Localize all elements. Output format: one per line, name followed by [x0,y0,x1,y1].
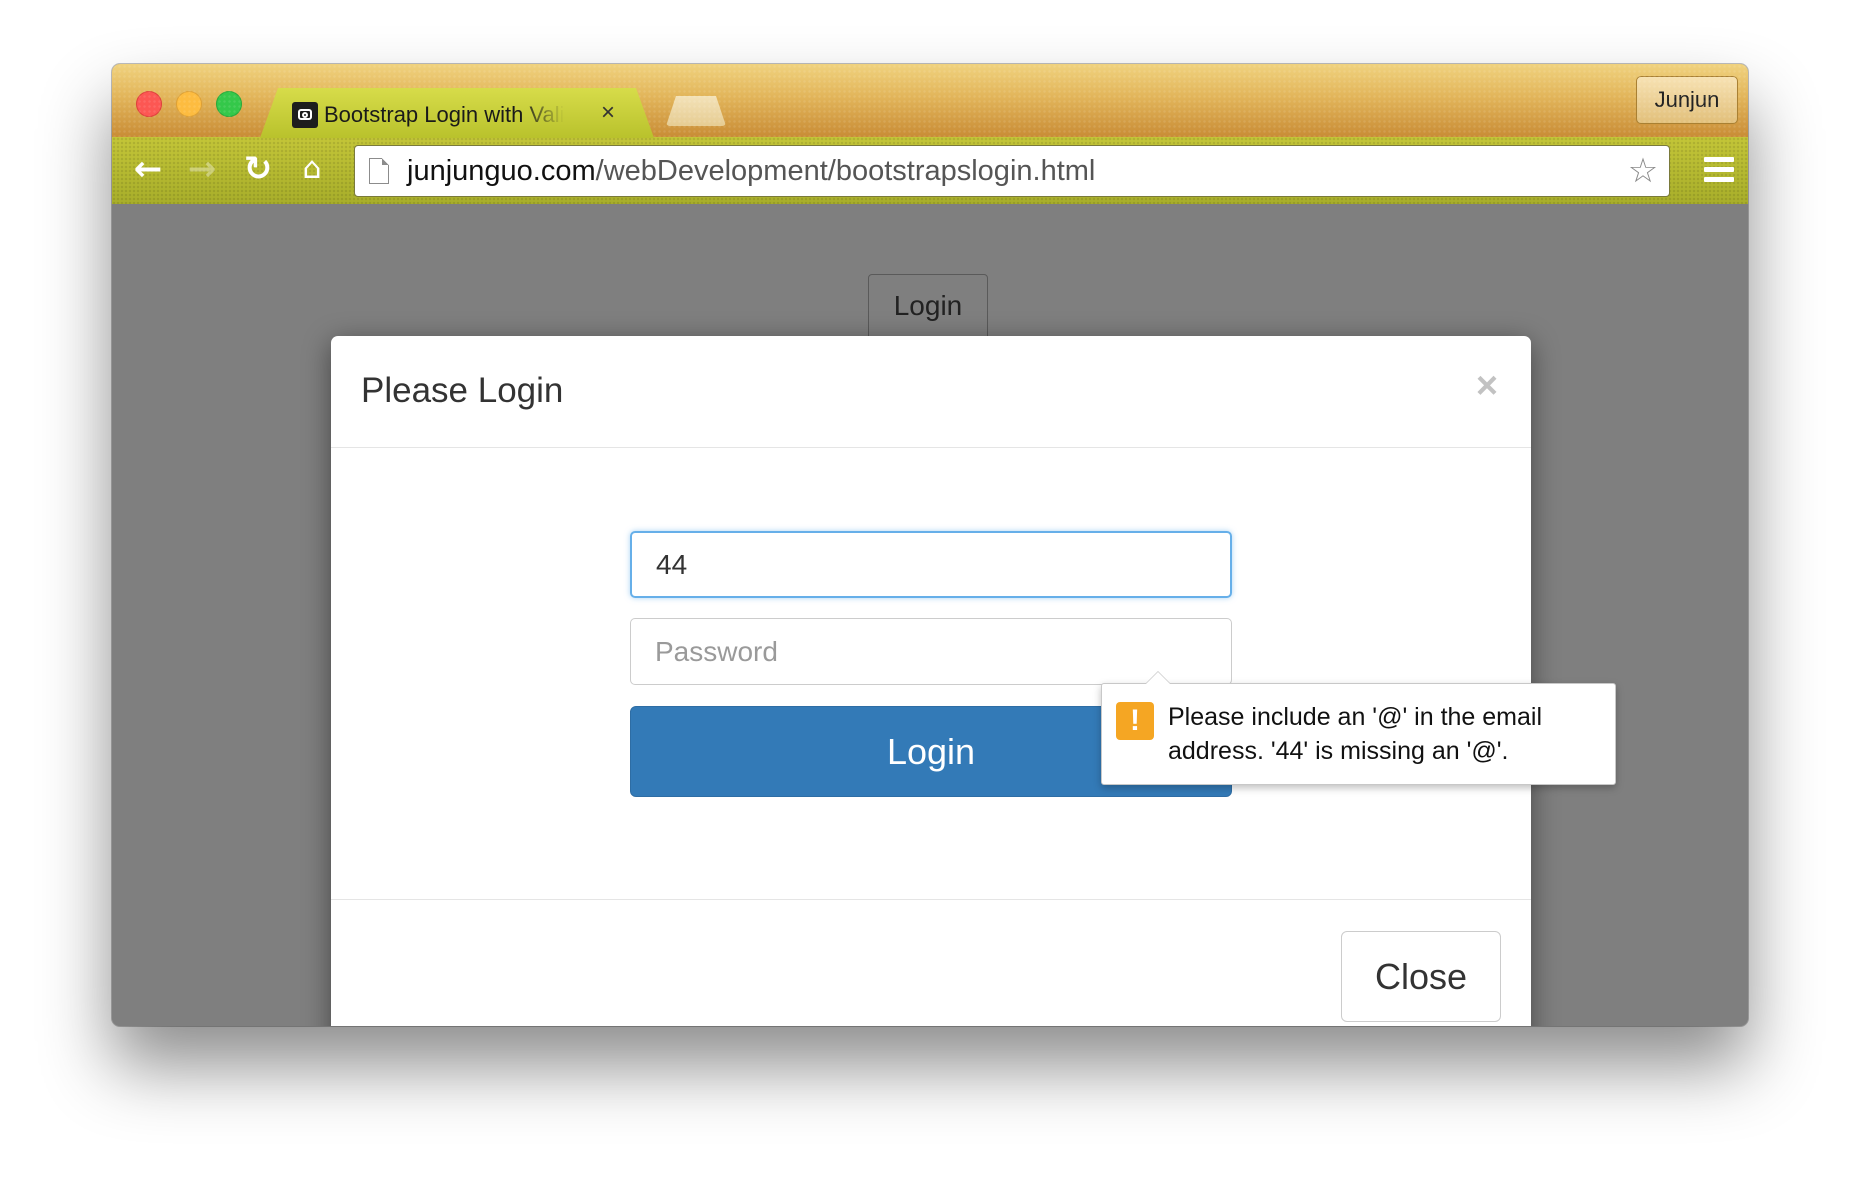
menu-bar-line [1704,157,1734,162]
home-icon[interactable]: ⌂ [292,149,332,189]
tab-close-icon[interactable]: × [596,98,620,128]
forward-arrow-icon[interactable]: → [182,149,222,189]
tooltip-arrow [1145,671,1171,684]
url-path: /webDevelopment/bootstrapslogin.html [595,155,1096,187]
window-close-button[interactable] [136,91,162,117]
browser-toolbar: ← → ↻ ⌂ junjunguo.com/webDevelopment/boo… [112,137,1748,204]
back-arrow-icon[interactable]: ← [128,149,168,189]
star-icon[interactable]: ☆ [1625,152,1661,190]
tooltip-message: Please include an '@' in the email addre… [1168,700,1598,768]
modal-header: Please Login × [331,336,1531,448]
browser-window: Bootstrap Login with Validation × Junjun… [112,64,1748,1026]
menu-bar-line [1704,167,1734,172]
tooltip-message-line: address. '44' is missing an '@'. [1168,737,1509,765]
camera-favicon-icon [292,102,318,128]
close-button[interactable]: Close [1341,931,1501,1022]
login-modal: Please Login × 44 Password Login ! Pleas… [331,336,1616,1026]
address-bar[interactable]: junjunguo.com/webDevelopment/bootstrapsl… [354,145,1670,197]
reload-icon[interactable]: ↻ [238,149,278,189]
modal-title: Please Login [361,371,564,410]
page-content: Login Please Login × 44 Password Login !… [112,204,1748,1026]
modal-close-icon[interactable]: × [1471,366,1503,406]
window-minimize-button[interactable] [176,91,202,117]
tooltip-message-line: Please include an '@' in the email [1168,703,1543,731]
menu-icon[interactable] [1704,157,1734,183]
password-field[interactable]: Password [630,618,1232,685]
profile-button[interactable]: Junjun [1636,76,1738,124]
warning-icon: ! [1116,702,1154,740]
validation-tooltip: ! Please include an '@' in the email add… [1101,671,1616,785]
tab-title: Bootstrap Login with Validation [324,102,564,127]
modal-footer: Close [331,899,1531,1026]
browser-tab-active[interactable]: Bootstrap Login with Validation × [260,88,654,138]
new-tab-button[interactable] [666,96,726,126]
email-field[interactable]: 44 [630,531,1232,598]
menu-bar-line [1704,177,1734,182]
title-bar: Bootstrap Login with Validation × Junjun [112,64,1748,137]
page-login-button[interactable]: Login [868,274,988,344]
url-host: junjunguo.com [407,155,596,187]
page-icon [369,158,389,184]
url-text[interactable]: junjunguo.com/webDevelopment/bootstrapsl… [407,155,1095,187]
window-zoom-button[interactable] [216,91,242,117]
